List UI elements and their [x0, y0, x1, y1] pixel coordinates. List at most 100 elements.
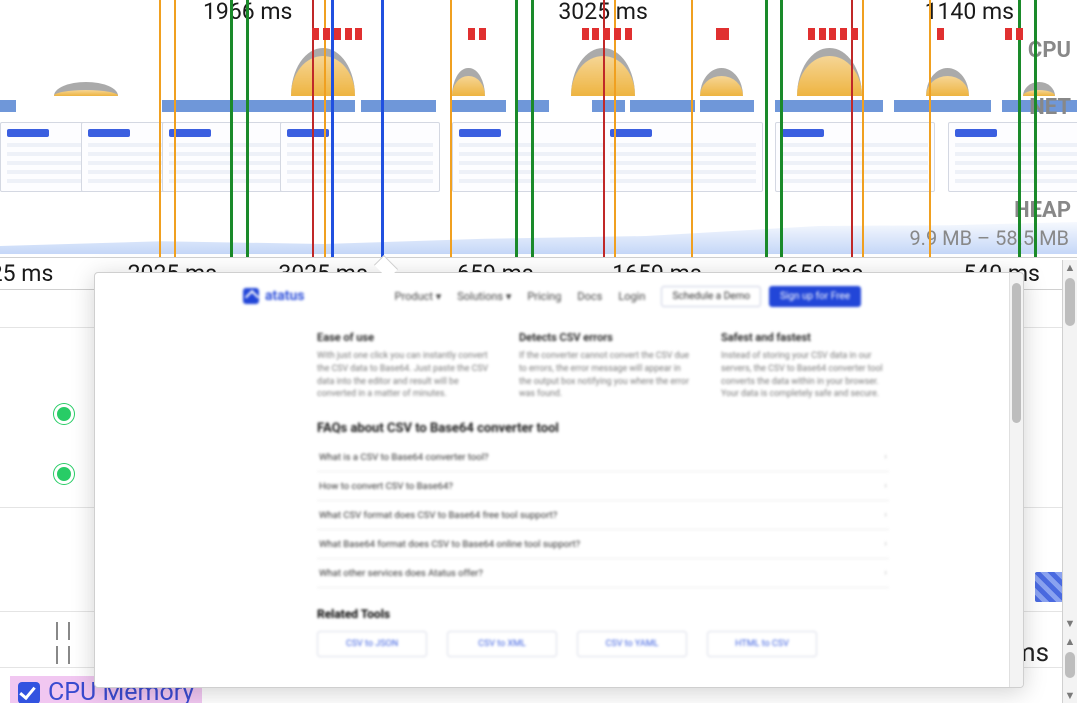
timestamp-label: 25 ms	[0, 260, 53, 287]
page-capture: atatus Product ▾ Solutions ▾ Pricing Docs Lo…	[95, 273, 1009, 687]
faq-item[interactable]: What Base64 format does CSV to Base64 on…	[317, 530, 889, 559]
checkbox-icon[interactable]	[18, 682, 40, 703]
cpu-activity-blob	[291, 48, 356, 96]
brand-logo[interactable]: atatus	[243, 288, 304, 304]
timeline-marker-green	[230, 0, 233, 257]
cpu-activity-blob	[54, 82, 119, 96]
long-task-tick	[614, 28, 621, 40]
long-task-tick	[722, 28, 729, 40]
related-tool-button[interactable]: CSV to JSON	[317, 631, 427, 657]
feature-card: Safest and fastestInstead of storing you…	[721, 331, 893, 401]
marker-dot[interactable]	[54, 464, 74, 484]
filmstrip-frame[interactable]	[280, 122, 440, 192]
long-task-tick	[312, 28, 319, 40]
long-task-tick	[808, 28, 815, 40]
faq-item[interactable]: What CSV format does CSV to Base64 free …	[317, 501, 889, 530]
long-task-tick	[323, 28, 330, 40]
scrollbar-thumb[interactable]	[1065, 652, 1075, 678]
timeline-marker-orange	[691, 0, 693, 257]
feature-title: Ease of use	[317, 331, 489, 344]
long-task-tick	[625, 28, 632, 40]
long-task-tick	[334, 28, 341, 40]
faq-question: What is a CSV to Base64 converter tool?	[319, 452, 489, 463]
nav-link[interactable]: Solutions ▾	[457, 290, 511, 303]
timeline-marker-orange	[174, 0, 176, 257]
timestamp-label: 1140 ms	[925, 0, 1014, 25]
net-lane	[0, 96, 1077, 114]
related-heading: Related Tools	[317, 607, 390, 621]
long-task-tick	[603, 28, 610, 40]
timeline-marker-orange	[159, 0, 161, 257]
brand-name: atatus	[265, 288, 304, 304]
long-task-tick	[851, 28, 858, 40]
net-request-bar	[775, 100, 883, 112]
timeline-marker-green	[1034, 0, 1037, 257]
scroll-up-icon[interactable]: ▲	[1063, 634, 1077, 649]
cpu-activity-blob	[1023, 82, 1055, 96]
net-request-bar	[162, 100, 356, 112]
timeline-marker-green	[515, 0, 518, 257]
long-task-tick	[479, 28, 486, 40]
nav-link[interactable]: Pricing	[527, 290, 561, 303]
scrollbar-thumb[interactable]	[1065, 278, 1075, 326]
feature-body: With just one click you can instantly co…	[317, 350, 489, 401]
long-task-tick	[468, 28, 475, 40]
scroll-up-icon[interactable]: ▲	[1063, 260, 1077, 275]
scrollbar-thumb[interactable]	[1012, 283, 1021, 423]
net-request-bar	[700, 100, 754, 112]
feature-row: Ease of use With just one click you can i…	[317, 331, 969, 401]
scroll-down-icon[interactable]: ▼	[1063, 616, 1077, 631]
feature-card: Ease of use With just one click you can i…	[317, 331, 489, 401]
feature-title: Safest and fastest	[721, 331, 893, 344]
related-tool-button[interactable]: CSV to YAML	[577, 631, 687, 657]
long-task-tick	[937, 28, 944, 40]
screenshot-preview-popup: atatus Product ▾ Solutions ▾ Pricing Docs Lo…	[94, 272, 1024, 688]
filmstrip-frame[interactable]	[603, 122, 763, 192]
faq-item[interactable]: How to convert CSV to Base64?›	[317, 472, 889, 501]
nav-link[interactable]: Product ▾	[395, 290, 442, 303]
marker-dot[interactable]	[54, 404, 74, 424]
net-request-bar	[361, 100, 436, 112]
popup-scrollbar[interactable]	[1009, 273, 1023, 687]
cpu-activity-blob	[926, 68, 969, 96]
faq-list: What is a CSV to Base64 converter tool?›…	[317, 443, 889, 588]
cpu-lane	[0, 26, 1077, 96]
filmstrip-frame[interactable]	[948, 122, 1077, 192]
chevron-right-icon: ›	[884, 539, 887, 550]
long-task-tick	[345, 28, 352, 40]
timeline-overview[interactable]: 1966 ms3025 ms1140 ms CPU NET HEAP 9.9 M…	[0, 0, 1077, 258]
related-tool-button[interactable]: HTML to CSV	[707, 631, 817, 657]
timeline-marker-green	[765, 0, 768, 257]
cta-outline-button[interactable]: Schedule a Demo	[661, 286, 761, 307]
chevron-right-icon: ›	[884, 510, 887, 521]
cta-primary-button[interactable]: Sign up for Free	[769, 286, 861, 307]
long-task-tick	[819, 28, 826, 40]
nav-link[interactable]: Login	[618, 290, 645, 303]
cpu-activity-blob	[700, 68, 743, 96]
feature-card: Detects CSV errorsIf the converter canno…	[519, 331, 691, 401]
net-request-bar	[592, 100, 624, 112]
long-task-tick	[582, 28, 589, 40]
vertical-scrollbar[interactable]: ▲ ▼ ▲ ▼	[1062, 260, 1077, 703]
bar-glyph	[56, 646, 70, 664]
timeline-marker-orange	[862, 0, 864, 257]
timeline-marker-orange	[929, 0, 931, 257]
faq-item[interactable]: What other services does Atatus offer?›	[317, 559, 889, 588]
faq-item[interactable]: What is a CSV to Base64 converter tool?›	[317, 443, 889, 472]
long-task-tick	[829, 28, 836, 40]
long-task-tick	[355, 28, 362, 40]
heap-lane-label: HEAP	[1014, 198, 1071, 223]
timeline-marker-orange	[450, 0, 452, 257]
related-tool-button[interactable]: CSV to XML	[447, 631, 557, 657]
chevron-right-icon: ›	[884, 568, 887, 579]
scroll-down-icon[interactable]: ▼	[1063, 688, 1077, 703]
bar-glyph	[56, 622, 70, 640]
feature-title: Detects CSV errors	[519, 331, 691, 344]
chevron-right-icon: ›	[884, 481, 887, 492]
nav-link[interactable]: Docs	[577, 290, 602, 303]
heap-range-label: 9.9 MB – 58.5 MB	[909, 226, 1069, 250]
long-task-tick	[840, 28, 847, 40]
faq-heading: FAQs about CSV to Base64 converter tool	[317, 421, 559, 436]
filmstrip-frame[interactable]	[775, 122, 935, 192]
hatched-block	[1035, 572, 1065, 602]
